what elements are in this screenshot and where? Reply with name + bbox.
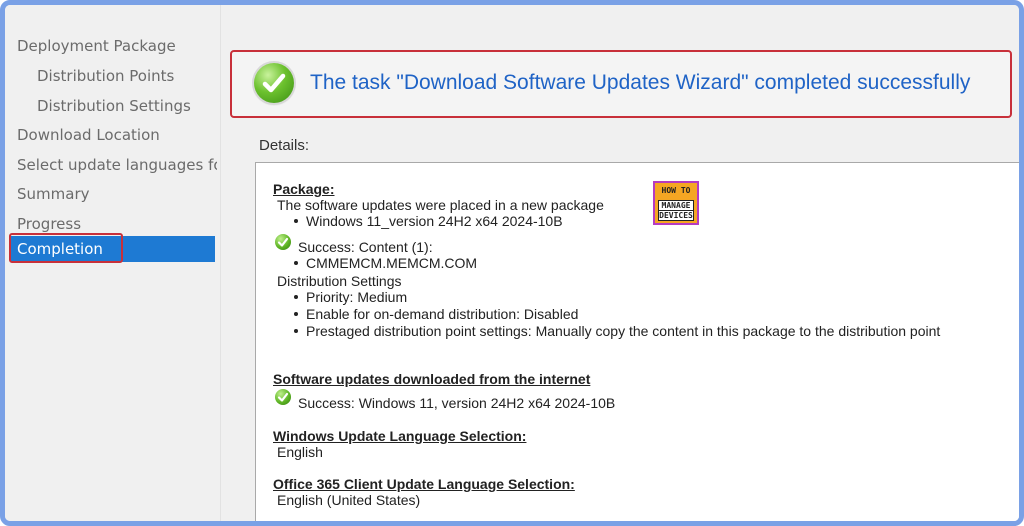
content-success-text: Success: Content (1): [298,239,433,255]
downloaded-heading: Software updates downloaded from the int… [273,371,591,387]
nav-item-summary[interactable]: Summary [17,181,90,207]
package-heading: Package: [273,181,335,197]
distribution-settings-heading: Distribution Settings [277,273,402,289]
nav-item-distribution-points[interactable]: Distribution Points [37,63,174,89]
nav-item-progress[interactable]: Progress [17,211,81,237]
logo-line-1: HOW TO [661,186,691,195]
nav-divider [220,5,221,521]
windows-update-language-value: English [277,444,323,460]
package-text: The software updates were placed in a ne… [277,197,604,213]
office365-language-heading: Office 365 Client Update Language Select… [273,476,575,492]
package-item: Windows 11_version 24H2 x64 2024-10B [292,213,563,229]
nav-item-deployment-package[interactable]: Deployment Package [17,33,176,59]
success-message: The task "Download Software Updates Wiza… [310,71,971,94]
success-banner: The task "Download Software Updates Wiza… [230,50,1012,118]
completion-page: The task "Download Software Updates Wiza… [225,5,1019,521]
how-to-manage-devices-logo: HOW TO MANAGE DEVICES [653,181,699,225]
nav-item-select-update-languages[interactable]: Select update languages for [17,152,217,178]
success-check-icon [254,63,294,103]
nav-item-distribution-settings[interactable]: Distribution Settings [37,93,191,119]
wizard-steps-nav: Deployment Package Distribution Points D… [5,5,220,521]
details-label: Details: [259,137,310,154]
dist-setting-on-demand: Enable for on-demand distribution: Disab… [292,306,578,322]
content-success-icon [275,234,291,250]
downloaded-success-text: Success: Windows 11, version 24H2 x64 20… [298,395,616,411]
office365-language-value: English (United States) [277,492,421,508]
dist-setting-priority: Priority: Medium [292,289,407,305]
wizard-window: Deployment Package Distribution Points D… [0,0,1024,526]
downloaded-success-icon [275,389,291,405]
dist-setting-prestaged: Prestaged distribution point settings: M… [292,323,940,339]
windows-update-language-heading: Windows Update Language Selection: [273,428,527,444]
nav-item-download-location[interactable]: Download Location [17,122,160,148]
details-panel[interactable]: Package: The software updates were place… [255,162,1019,521]
logo-line-3: DEVICES [658,210,694,221]
content-item: CMMEMCM.MEMCM.COM [292,255,477,271]
nav-item-completion[interactable]: Completion [10,236,215,262]
